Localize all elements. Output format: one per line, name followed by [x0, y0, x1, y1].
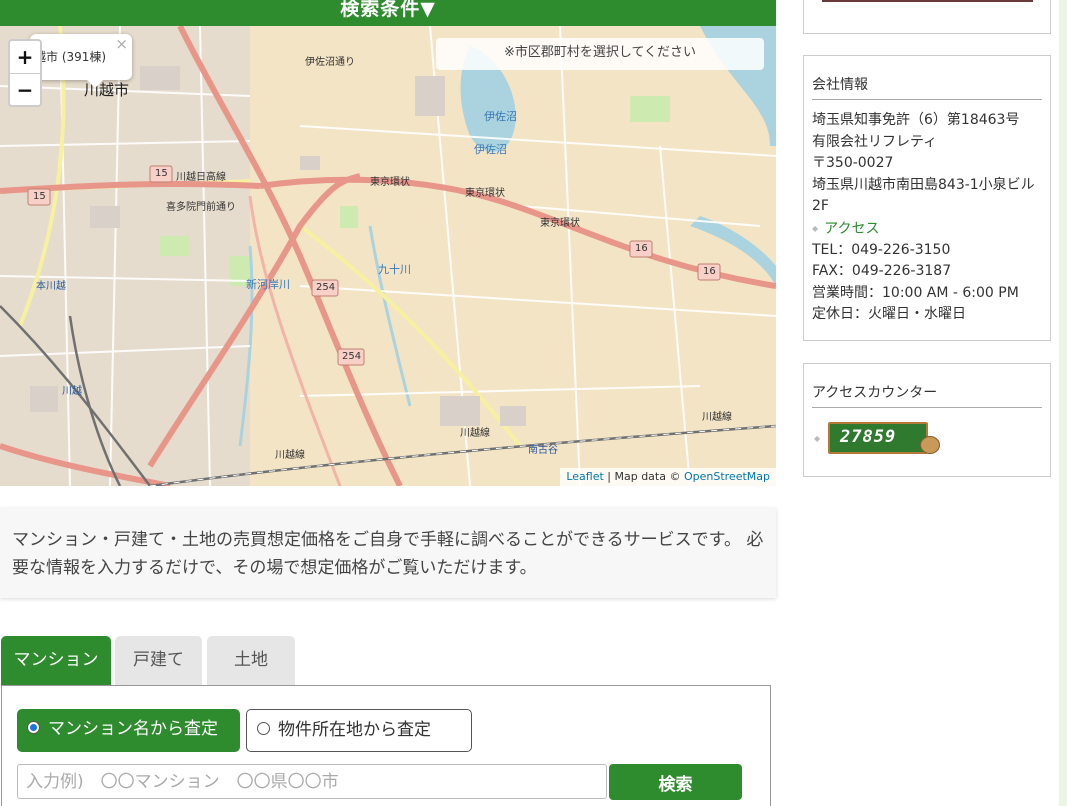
- map-attribution: Leaflet | Map data © OpenStreetMap: [560, 468, 776, 486]
- access-counter-title: アクセスカウンター: [812, 382, 1042, 408]
- map-label-minami-furuya: 南古谷: [528, 445, 558, 456]
- map-label-isanuma-2: 伊佐沼: [474, 143, 507, 156]
- company-license: 埼玉県知事免許（6）第18463号: [812, 112, 1020, 128]
- map-label-tokyo-kanjo-2: 東京環状: [465, 188, 505, 199]
- map-label-kitain: 喜多院門前通り: [166, 202, 236, 213]
- bear-icon: [920, 436, 940, 454]
- map-label-kawagoe-line-2: 川越線: [460, 428, 490, 439]
- map[interactable]: 川越市 伊佐沼通り 伊佐沼 伊佐沼 東京環状 東京環状 東京環状 川越日高線 喜…: [0, 26, 776, 486]
- option-search-by-name[interactable]: マンション名から査定: [17, 709, 240, 752]
- map-label-isa-street: 伊佐沼通り: [305, 57, 355, 68]
- map-label-shingashi: 新河岸川: [246, 278, 290, 291]
- company-zip: 〒350-0027: [812, 155, 894, 171]
- company-fax: FAX：049-226-3187: [812, 263, 952, 280]
- access-counter-widget: アクセスカウンター ◆ 27859: [803, 363, 1051, 477]
- sidebar-previous-widget-rule: [822, 0, 1033, 2]
- leaflet-link[interactable]: Leaflet: [566, 470, 603, 483]
- route-16-shield-1: 16: [635, 243, 648, 254]
- map-zoom-control: + −: [8, 39, 42, 107]
- service-intro: マンション・戸建て・土地の売買想定価格をご自身で手軽に調べることができるサービス…: [0, 508, 776, 598]
- tab-mansion[interactable]: マンション: [1, 636, 111, 686]
- map-label-tokyo-kanjo-3: 東京環状: [540, 218, 580, 229]
- company-closed-days: 定休日：火曜日・水曜日: [812, 306, 966, 323]
- access-link-label: アクセス: [824, 220, 880, 237]
- counter-digits: 27859: [840, 427, 897, 447]
- search-conditions-toggle[interactable]: 検索条件▼: [0, 0, 776, 26]
- company-hours: 営業時間：10:00 AM - 6:00 PM: [812, 284, 1019, 301]
- option-search-by-location[interactable]: 物件所在地から査定: [246, 709, 472, 752]
- access-counter-image: 27859: [828, 422, 940, 458]
- map-label-hon-kawagoe: 本川越: [36, 281, 66, 292]
- route-254-shield-2: 254: [342, 351, 362, 362]
- option-search-by-location-label: 物件所在地から査定: [278, 720, 431, 740]
- city-select-notice: ※市区郡町村を選択してください: [436, 38, 764, 70]
- route-254-shield-1: 254: [316, 282, 336, 293]
- company-tel: TEL：049-226-3150: [812, 241, 951, 258]
- company-address: 埼玉県川越市南田島843-1小泉ビル2F: [812, 176, 1035, 215]
- company-name: 有限会社リフレティ: [812, 133, 938, 150]
- map-label-kawagoe-station: 川越: [62, 386, 82, 397]
- map-label-kujukawa: 九十川: [378, 263, 411, 276]
- company-info-title: 会社情報: [812, 74, 1042, 100]
- radio-unchecked-icon: [257, 722, 270, 735]
- map-popup: 越市 (391棟) ×: [30, 34, 132, 88]
- zoom-out-button[interactable]: −: [10, 73, 40, 105]
- route-15-shield-1: 15: [155, 168, 168, 179]
- search-input[interactable]: [17, 764, 607, 799]
- access-link[interactable]: ◆ アクセス: [812, 218, 1042, 240]
- popup-text: 越市 (391棟): [34, 50, 107, 64]
- bullet-icon: ◆: [812, 223, 819, 233]
- route-16-shield-2: 16: [703, 266, 716, 277]
- map-label-kawagoe-nikko: 川越日高線: [176, 172, 226, 183]
- tab-land[interactable]: 土地: [207, 636, 295, 686]
- search-button[interactable]: 検索: [609, 764, 742, 800]
- map-label-isanuma: 伊佐沼: [484, 110, 517, 123]
- tab-detached-house[interactable]: 戸建て: [115, 636, 202, 686]
- map-label-kawagoe-line-3: 川越線: [702, 412, 732, 423]
- page-edge-stripe: [1059, 0, 1067, 806]
- company-info-widget: 会社情報 埼玉県知事免許（6）第18463号 有限会社リフレティ 〒350-00…: [803, 55, 1051, 341]
- map-label-kawagoe-line-1: 川越線: [275, 450, 305, 461]
- attribution-separator: | Map data ©: [603, 470, 684, 483]
- radio-checked-icon: [27, 721, 40, 734]
- popup-tip: [86, 79, 104, 88]
- intro-text: マンション・戸建て・土地の売買想定価格をご自身で手軽に調べることができるサービス…: [12, 530, 764, 578]
- openstreetmap-link[interactable]: OpenStreetMap: [684, 470, 770, 483]
- popup-close-icon[interactable]: ×: [115, 35, 128, 53]
- sidebar-previous-widget: [803, 0, 1051, 34]
- route-15-shield-2: 15: [33, 191, 46, 202]
- chalkboard-icon: 27859: [828, 422, 928, 454]
- map-label-tokyo-kanjo-1: 東京環状: [370, 177, 410, 188]
- bullet-icon: ◆: [814, 434, 821, 443]
- zoom-in-button[interactable]: +: [10, 41, 40, 73]
- option-search-by-name-label: マンション名から査定: [48, 719, 218, 739]
